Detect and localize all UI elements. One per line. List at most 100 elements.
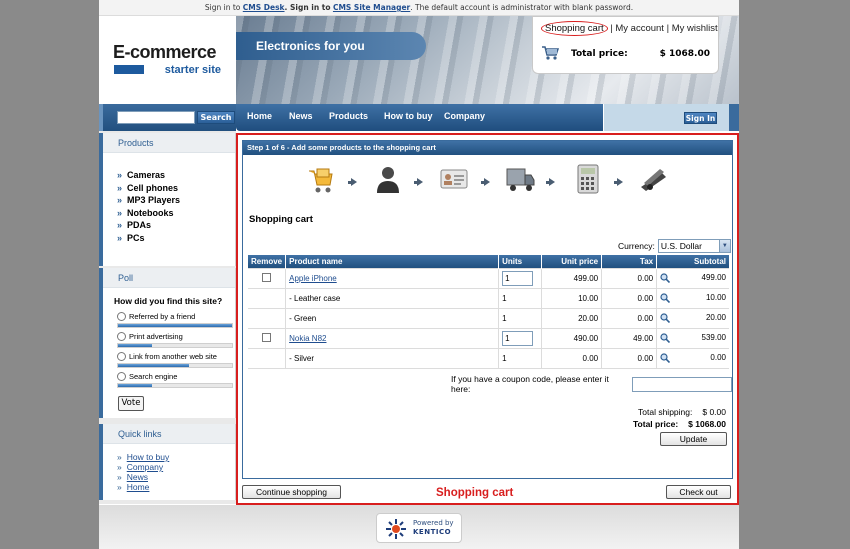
magnifier-icon[interactable]: [660, 313, 671, 323]
remove-checkbox[interactable]: [262, 272, 272, 282]
address-card-step-icon: [440, 169, 468, 189]
continue-shopping-button[interactable]: Continue shopping: [242, 485, 341, 499]
nav-how-to-buy[interactable]: How to buy: [384, 104, 433, 131]
poll-option[interactable]: Referred by a friend: [117, 312, 195, 321]
shopping-cart-link[interactable]: Shopping cart: [541, 21, 608, 36]
tax-cell: 0.00: [601, 287, 657, 308]
units-input[interactable]: 1: [502, 330, 534, 346]
remove-cell: [248, 287, 286, 308]
calculator-payment-step-icon: [577, 164, 599, 194]
table-row: Apple iPhone 1 499.00 0.00 499.00: [248, 267, 729, 288]
remove-cell: [248, 347, 286, 369]
powered-by-kentico-badge[interactable]: Powered by KENTICO: [376, 513, 462, 543]
signin-area: Sign In: [604, 104, 739, 131]
product-link[interactable]: Apple iPhone: [289, 274, 337, 283]
shipping-truck-step-icon: [506, 168, 535, 191]
products-panel-title: Products: [103, 133, 235, 153]
my-account-link[interactable]: My account: [615, 23, 664, 34]
product-name-cell: Nokia N82: [285, 327, 499, 348]
cart-total-price-label: Total price:: [632, 419, 679, 429]
cart-total-price-value: $ 1068.00: [688, 419, 726, 429]
poll-radio[interactable]: [117, 312, 126, 321]
units-value: 1: [502, 293, 507, 303]
poll-result-bar: [117, 363, 233, 368]
unit-price-cell: 499.00: [541, 267, 602, 288]
site-logo[interactable]: E-commerce starter site: [99, 16, 236, 104]
vote-button[interactable]: Vote: [118, 396, 144, 411]
magnifier-icon[interactable]: [660, 333, 671, 343]
signin-prefix-text: Sign in to: [204, 3, 241, 12]
category-cell-phones[interactable]: Cell phones: [117, 182, 235, 195]
quick-link-news[interactable]: News: [117, 472, 235, 482]
shopping-cart-annotation: Shopping cart: [436, 487, 514, 499]
category-mp3-players[interactable]: MP3 Players: [117, 194, 235, 207]
poll-panel: Poll How did you find this site? Referre…: [99, 268, 236, 418]
category-cameras[interactable]: Cameras: [117, 169, 235, 182]
quick-link-how-to-buy[interactable]: How to buy: [117, 452, 235, 462]
poll-option[interactable]: Search engine: [117, 372, 177, 381]
magnifier-icon[interactable]: [660, 293, 671, 303]
units-value: 1: [505, 333, 510, 343]
currency-value: U.S. Dollar: [660, 241, 702, 251]
product-option-text: - Leather case: [289, 293, 341, 303]
coupon-input[interactable]: [631, 376, 732, 392]
logo-line1: E-commerce: [113, 42, 217, 62]
footer: Powered by KENTICO: [99, 505, 739, 549]
category-pcs[interactable]: PCs: [117, 232, 235, 245]
nav-products[interactable]: Products: [329, 104, 368, 131]
quick-link-company[interactable]: Company: [117, 462, 235, 472]
poll-radio[interactable]: [117, 372, 126, 381]
col-remove: Remove: [248, 255, 286, 268]
magnifier-icon[interactable]: [660, 273, 671, 283]
col-units: Units: [498, 255, 542, 268]
poll-radio[interactable]: [117, 332, 126, 341]
poll-option[interactable]: Print advertising: [117, 332, 183, 341]
nav-company[interactable]: Company: [444, 104, 485, 131]
poll-option[interactable]: Link from another web site: [117, 352, 217, 361]
quick-links-title: Quick links: [103, 424, 235, 444]
subtotal-cell: 539.00: [656, 327, 729, 348]
tax-cell: 0.00: [601, 307, 657, 328]
window-edge: [840, 0, 850, 549]
nav-home[interactable]: Home: [247, 104, 272, 131]
chevron-down-icon[interactable]: ▼: [718, 240, 730, 252]
magnifier-icon[interactable]: [660, 353, 671, 363]
units-value: 1: [505, 273, 510, 283]
update-button[interactable]: Update: [660, 432, 727, 446]
category-pdas[interactable]: PDAs: [117, 219, 235, 232]
shopping-cart-icon[interactable]: [541, 45, 559, 61]
cms-desk-link[interactable]: CMS Desk: [243, 3, 285, 12]
subtotal-cell: 0.00: [656, 347, 729, 369]
units-input[interactable]: 1: [502, 270, 534, 286]
poll-radio[interactable]: [117, 352, 126, 361]
poll-option-label: Referred by a friend: [129, 312, 196, 321]
link-separator: |: [666, 23, 670, 34]
poll-result-fill: [118, 344, 153, 347]
poll-result-fill: [118, 384, 153, 387]
page: Sign in to CMS Desk. Sign in to CMS Site…: [99, 0, 739, 549]
subtotal-value: 20.00: [705, 313, 726, 322]
check-out-button[interactable]: Check out: [666, 485, 731, 499]
col-unit-price: Unit price: [541, 255, 602, 268]
product-name-cell: - Leather case: [285, 287, 499, 308]
search-input[interactable]: [117, 111, 195, 124]
remove-checkbox[interactable]: [262, 332, 272, 342]
poll-result-bar: [117, 343, 233, 348]
poll-result-fill: [118, 324, 232, 327]
quick-link-home[interactable]: Home: [117, 482, 235, 492]
nav-news[interactable]: News: [289, 104, 313, 131]
top-signin-bar: Sign in to CMS Desk. Sign in to CMS Site…: [99, 0, 739, 16]
sign-in-button[interactable]: Sign In: [684, 112, 717, 124]
table-row: Nokia N82 1 490.00 49.00 539.00: [248, 327, 729, 348]
category-notebooks[interactable]: Notebooks: [117, 207, 235, 220]
main-nav: Home News Products How to buy Company: [236, 104, 603, 131]
product-link[interactable]: Nokia N82: [289, 334, 326, 343]
search-button[interactable]: Search: [197, 111, 235, 124]
currency-select[interactable]: U.S. Dollar ▼: [657, 239, 731, 253]
powered-by-text: Powered by: [413, 519, 454, 527]
my-wishlist-link[interactable]: My wishlist: [672, 23, 718, 34]
cms-site-manager-link[interactable]: CMS Site Manager: [333, 3, 410, 12]
products-panel: Products Cameras Cell phones MP3 Players…: [99, 133, 236, 266]
table-row: - Green 1 20.00 0.00 20.00: [248, 307, 729, 328]
unit-price-cell: 0.00: [541, 347, 602, 369]
